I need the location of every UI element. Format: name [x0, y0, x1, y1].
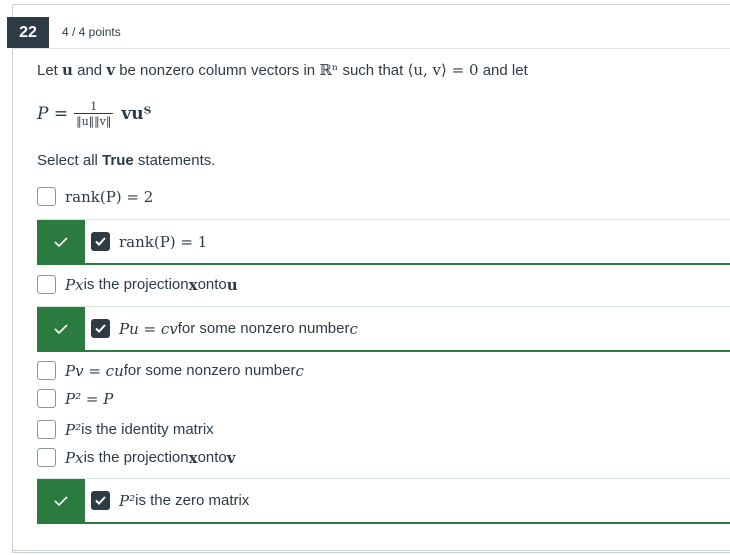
option-math: P² = P — [65, 389, 114, 408]
option-4-correct: Pu = cv for some nonzero number c — [37, 306, 730, 352]
option-5[interactable]: Pv = cu for some nonzero number c — [37, 361, 304, 380]
prompt-text: Let — [37, 62, 63, 79]
option-text: onto — [197, 276, 227, 293]
correct-indicator — [37, 307, 85, 350]
option-math: rank(P) = 1 — [119, 232, 208, 251]
option-text: onto — [197, 449, 227, 466]
option-6[interactable]: P² = P — [37, 389, 113, 408]
checkmark-icon — [95, 496, 106, 505]
vector-u: u — [226, 275, 238, 294]
formula-definition: P = 1 ‖u‖‖v‖ vuᵀ — [37, 100, 151, 128]
option-9[interactable]: P² is the zero matrix — [91, 479, 249, 522]
correct-indicator — [37, 220, 85, 263]
option-3[interactable]: Px is the projection x onto u — [37, 275, 238, 294]
header-divider — [12, 48, 730, 49]
prompt-text: be nonzero column vectors in — [115, 62, 320, 79]
formula-lhs: P = — [37, 104, 69, 124]
checkmark-icon — [95, 324, 106, 333]
checkbox-checked[interactable] — [91, 491, 110, 510]
fraction-denominator: ‖u‖‖v‖ — [74, 113, 114, 128]
instruction-suffix: statements. — [133, 152, 216, 169]
checkmark-icon — [95, 237, 106, 246]
checkbox[interactable] — [37, 187, 56, 206]
option-text: for some nonzero number — [177, 320, 350, 337]
prompt-text: and let — [478, 62, 528, 79]
fraction-numerator: 1 — [90, 100, 98, 113]
footer-divider — [12, 550, 730, 551]
inner-product: ⟨u, v⟩ = 0 — [407, 61, 479, 79]
correct-indicator — [37, 479, 85, 522]
checkbox-checked[interactable] — [91, 232, 110, 251]
option-math: Px — [65, 275, 84, 294]
option-text: is the identity matrix — [81, 421, 214, 438]
prompt-text: and — [72, 62, 107, 79]
vector-v: v — [106, 61, 116, 79]
option-math: P² — [119, 491, 136, 510]
question-prompt: Let u and v be nonzero column vectors in… — [37, 61, 528, 79]
option-7[interactable]: P² is the identity matrix — [37, 420, 214, 439]
check-icon — [54, 495, 68, 506]
question-points: 4 / 4 points — [62, 25, 121, 39]
option-2[interactable]: rank(P) = 1 — [91, 220, 207, 263]
option-math: Pv = cu — [65, 361, 124, 380]
vector-x: x — [188, 275, 198, 294]
option-9-correct: P² is the zero matrix — [37, 478, 730, 524]
option-text: for some nonzero number — [123, 362, 296, 379]
formula-rhs: vuᵀ — [121, 104, 152, 124]
checkbox[interactable] — [37, 275, 56, 294]
vector-v: v — [226, 448, 236, 467]
option-1[interactable]: rank(P) = 2 — [37, 187, 153, 206]
prompt-text: such that — [338, 62, 408, 79]
instruction: Select all True statements. — [37, 152, 215, 169]
checkbox[interactable] — [37, 448, 56, 467]
check-icon — [54, 236, 68, 247]
checkbox-checked[interactable] — [91, 319, 110, 338]
instruction-bold: True — [102, 152, 134, 169]
option-math: Pu = cv — [119, 319, 178, 338]
option-text: is the projection — [83, 276, 189, 293]
real-space: ℝⁿ — [319, 61, 339, 79]
vector-x: x — [188, 448, 198, 467]
option-math: rank(P) = 2 — [65, 187, 154, 206]
option-math: Px — [65, 448, 84, 467]
option-var: c — [295, 361, 304, 380]
checkbox[interactable] — [37, 361, 56, 380]
checkbox[interactable] — [37, 420, 56, 439]
question-number: 22 — [7, 17, 49, 48]
instruction-prefix: Select all — [37, 152, 103, 169]
checkbox[interactable] — [37, 389, 56, 408]
option-text: is the projection — [83, 449, 189, 466]
vector-u: u — [62, 61, 73, 79]
option-text: is the zero matrix — [135, 492, 250, 509]
option-8[interactable]: Px is the projection x onto v — [37, 448, 236, 467]
option-2-correct: rank(P) = 1 — [37, 219, 730, 265]
formula-fraction: 1 ‖u‖‖v‖ — [74, 100, 114, 128]
check-icon — [54, 323, 68, 334]
option-var: c — [349, 319, 358, 338]
option-4[interactable]: Pu = cv for some nonzero number c — [91, 307, 358, 350]
option-math: P² — [65, 420, 82, 439]
